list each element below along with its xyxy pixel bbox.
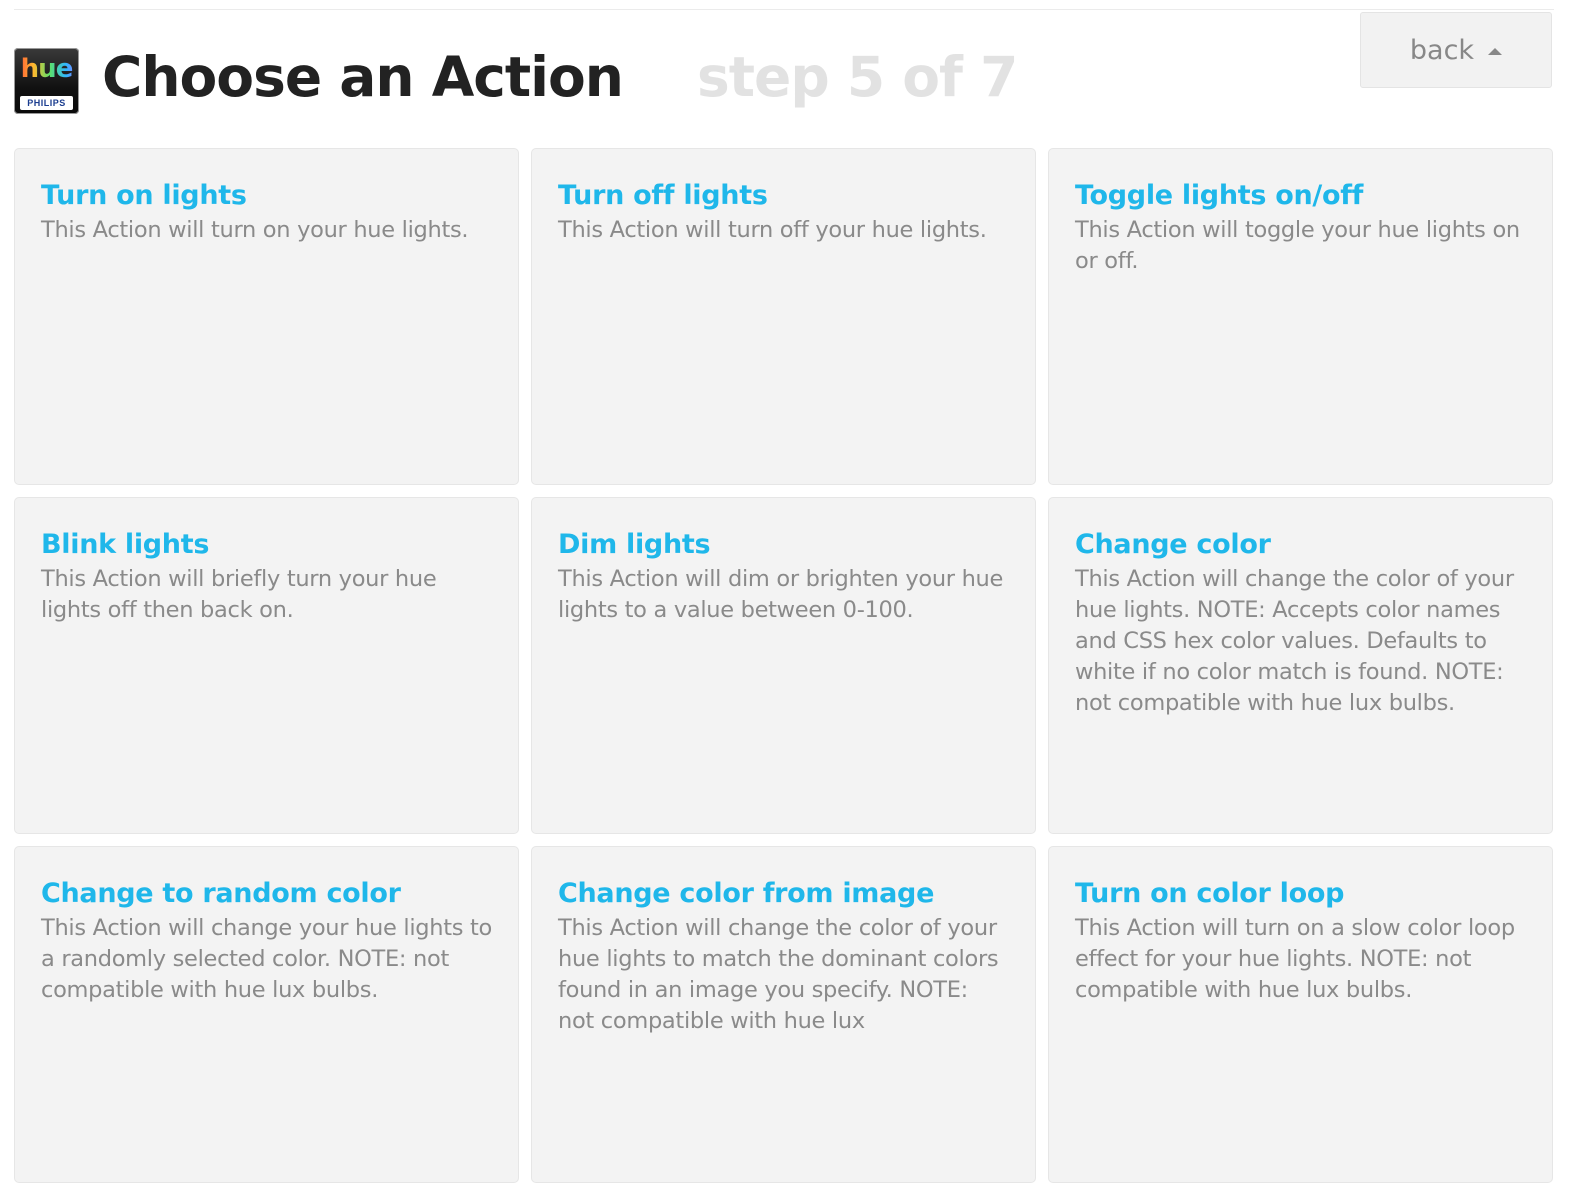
action-description: This Action will briefly turn your hue l… xyxy=(41,566,437,623)
action-description: This Action will toggle your hue lights … xyxy=(1075,217,1520,274)
logo-brand: PHILIPS xyxy=(20,96,73,110)
logo-word: hue xyxy=(14,54,79,84)
action-card-color-from-image[interactable]: Change color from image This Action will… xyxy=(531,846,1036,1183)
action-description: This Action will turn off your hue light… xyxy=(558,217,987,243)
action-card-dim-lights[interactable]: Dim lights This Action will dim or brigh… xyxy=(531,497,1036,834)
page-title: Choose an Action xyxy=(102,45,624,109)
action-card-toggle-lights[interactable]: Toggle lights on/off This Action will to… xyxy=(1048,148,1553,485)
action-title[interactable]: Change color from image xyxy=(558,877,1009,911)
action-grid: Turn on lights This Action will turn on … xyxy=(14,148,1554,1183)
back-button[interactable]: back xyxy=(1360,12,1552,88)
back-button-label: back xyxy=(1409,34,1475,66)
action-card-blink-lights[interactable]: Blink lights This Action will briefly tu… xyxy=(14,497,519,834)
action-title[interactable]: Change color xyxy=(1075,528,1526,562)
action-description: This Action will change your hue lights … xyxy=(41,915,493,1003)
action-description: This Action will turn on your hue lights… xyxy=(41,217,469,243)
philips-hue-logo: hue PHILIPS xyxy=(14,48,79,114)
action-card-turn-on-lights[interactable]: Turn on lights This Action will turn on … xyxy=(14,148,519,485)
caret-up-icon xyxy=(1488,47,1503,55)
action-title[interactable]: Blink lights xyxy=(41,528,492,562)
action-description: This Action will change the color of you… xyxy=(558,915,999,1034)
action-title[interactable]: Turn off lights xyxy=(558,179,1009,213)
action-title[interactable]: Toggle lights on/off xyxy=(1075,179,1526,213)
action-description: This Action will change the color of you… xyxy=(1075,566,1514,716)
action-description: This Action will turn on a slow color lo… xyxy=(1075,915,1515,1003)
action-card-random-color[interactable]: Change to random color This Action will … xyxy=(14,846,519,1183)
action-title[interactable]: Turn on color loop xyxy=(1075,877,1526,911)
action-card-change-color[interactable]: Change color This Action will change the… xyxy=(1048,497,1553,834)
step-indicator: step 5 of 7 xyxy=(697,45,1018,109)
action-card-turn-off-lights[interactable]: Turn off lights This Action will turn of… xyxy=(531,148,1036,485)
page-header: hue PHILIPS Choose an Action step 5 of 7… xyxy=(0,0,1572,140)
action-title[interactable]: Change to random color xyxy=(41,877,492,911)
action-card-color-loop[interactable]: Turn on color loop This Action will turn… xyxy=(1048,846,1553,1183)
action-title[interactable]: Dim lights xyxy=(558,528,1009,562)
action-description: This Action will dim or brighten your hu… xyxy=(558,566,1004,623)
action-title[interactable]: Turn on lights xyxy=(41,179,492,213)
